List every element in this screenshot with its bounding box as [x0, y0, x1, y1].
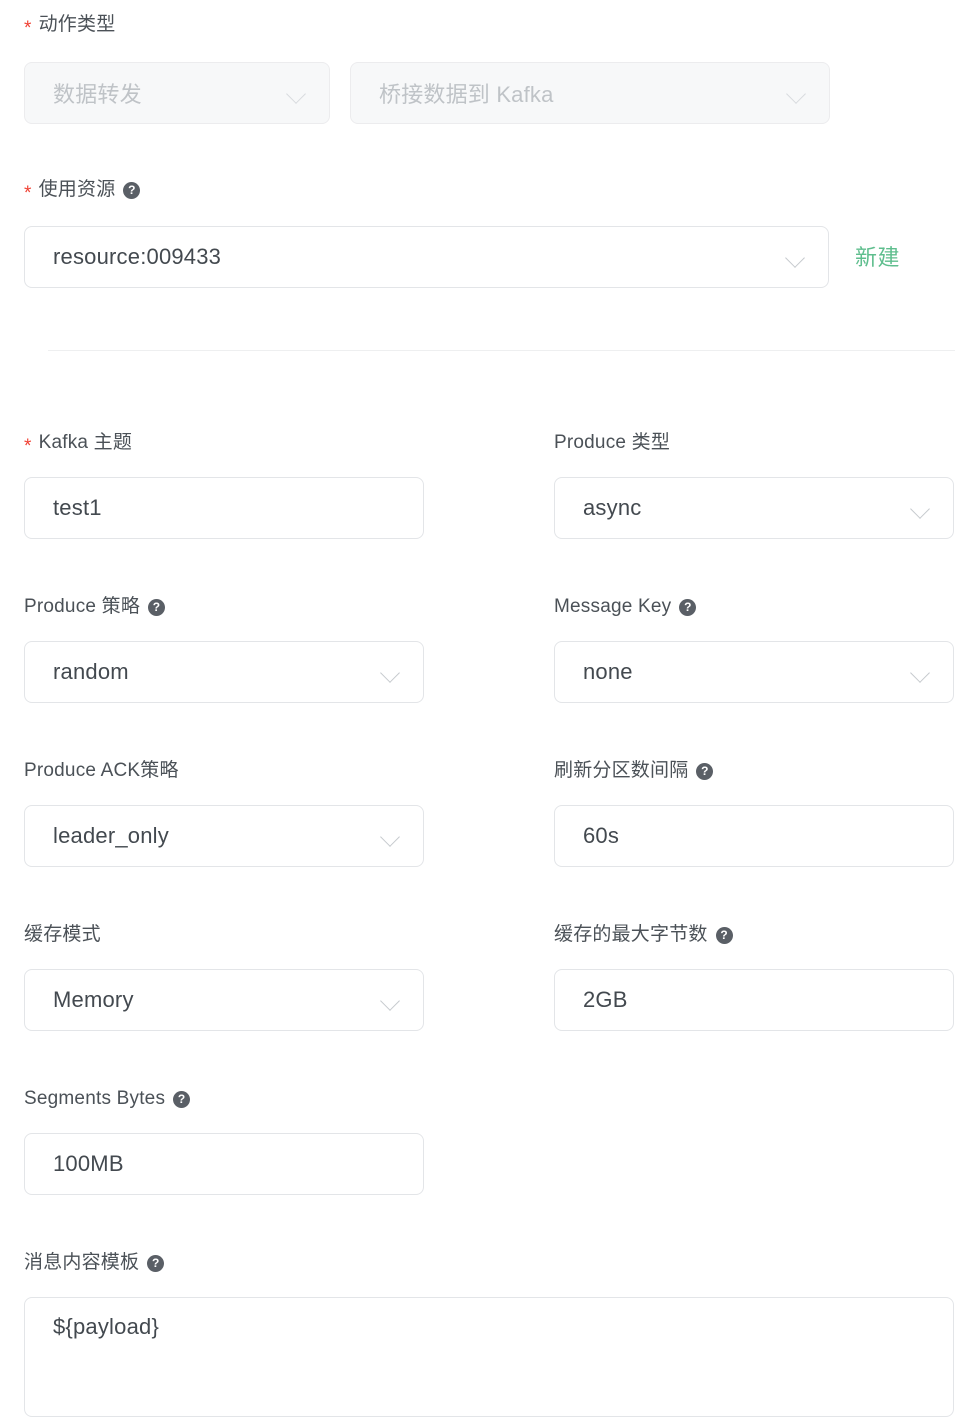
chevron-down-icon	[379, 987, 405, 1013]
message-template-textarea[interactable]: ${payload}	[24, 1297, 954, 1417]
required-star-icon: *	[24, 437, 32, 456]
help-icon[interactable]: ?	[148, 599, 165, 616]
cache-mode-label: 缓存模式	[24, 922, 424, 948]
produce-ack-strategy-label-text: Produce ACK策略	[24, 758, 179, 784]
produce-ack-strategy-label: Produce ACK策略	[24, 758, 424, 784]
produce-strategy-label-text: Produce 策略	[24, 594, 140, 620]
help-icon[interactable]: ?	[716, 927, 733, 944]
action-bridge-select[interactable]: 桥接数据到 Kafka	[350, 62, 830, 124]
chevron-down-icon	[285, 80, 311, 106]
kafka-topic-label-text: Kafka 主题	[39, 430, 132, 456]
resource-label-text: 使用资源	[39, 177, 116, 203]
chevron-down-icon	[909, 659, 935, 685]
produce-strategy-value: random	[53, 659, 369, 685]
chevron-down-icon	[379, 659, 405, 685]
chevron-down-icon	[785, 80, 811, 106]
refresh-partition-interval-input[interactable]: 60s	[554, 805, 954, 867]
max-cache-bytes-label: 缓存的最大字节数 ?	[554, 922, 954, 948]
help-icon[interactable]: ?	[123, 182, 140, 199]
chevron-down-icon	[379, 823, 405, 849]
produce-strategy-select[interactable]: random	[24, 641, 424, 703]
help-icon[interactable]: ?	[679, 599, 696, 616]
resource-value: resource:009433	[53, 244, 774, 270]
required-star-icon: *	[24, 184, 32, 203]
chevron-down-icon	[784, 244, 810, 270]
kafka-topic-label: * Kafka 主题	[24, 430, 424, 456]
segments-bytes-value: 100MB	[53, 1151, 405, 1177]
produce-strategy-label: Produce 策略 ?	[24, 594, 424, 620]
required-star-icon: *	[24, 19, 32, 38]
action-type-label: * 动作类型	[24, 12, 115, 38]
produce-type-label-text: Produce 类型	[554, 430, 670, 456]
help-icon[interactable]: ?	[147, 1255, 164, 1272]
action-type-label-text: 动作类型	[39, 12, 116, 38]
message-key-label-text: Message Key	[554, 594, 671, 620]
produce-type-value: async	[583, 495, 899, 521]
message-key-value: none	[583, 659, 899, 685]
section-divider	[48, 350, 955, 351]
action-kind-select[interactable]: 数据转发	[24, 62, 330, 124]
refresh-partition-interval-label-text: 刷新分区数间隔	[554, 758, 688, 784]
cache-mode-value: Memory	[53, 987, 369, 1013]
help-icon[interactable]: ?	[696, 763, 713, 780]
kafka-bridge-form: * 动作类型 数据转发 桥接数据到 Kafka * 使用资源 ? resourc…	[0, 0, 968, 1372]
cache-mode-label-text: 缓存模式	[24, 922, 101, 948]
help-icon[interactable]: ?	[173, 1091, 190, 1108]
segments-bytes-label-text: Segments Bytes	[24, 1086, 165, 1112]
action-kind-value: 数据转发	[53, 77, 275, 109]
message-template-label-text: 消息内容模板	[24, 1250, 139, 1276]
action-bridge-value: 桥接数据到 Kafka	[379, 77, 775, 109]
kafka-topic-value: test1	[53, 495, 405, 521]
refresh-partition-interval-value: 60s	[583, 823, 935, 849]
chevron-down-icon	[909, 495, 935, 521]
max-cache-bytes-value: 2GB	[583, 987, 935, 1013]
produce-ack-strategy-select[interactable]: leader_only	[24, 805, 424, 867]
message-key-label: Message Key ?	[554, 594, 954, 620]
resource-label: * 使用资源 ?	[24, 177, 140, 203]
message-key-select[interactable]: none	[554, 641, 954, 703]
message-template-label: 消息内容模板 ?	[24, 1250, 164, 1276]
kafka-topic-input[interactable]: test1	[24, 477, 424, 539]
create-resource-link[interactable]: 新建	[855, 240, 900, 272]
produce-type-label: Produce 类型	[554, 430, 954, 456]
segments-bytes-input[interactable]: 100MB	[24, 1133, 424, 1195]
max-cache-bytes-input[interactable]: 2GB	[554, 969, 954, 1031]
produce-type-select[interactable]: async	[554, 477, 954, 539]
resource-select[interactable]: resource:009433	[24, 226, 829, 288]
segments-bytes-label: Segments Bytes ?	[24, 1086, 424, 1112]
cache-mode-select[interactable]: Memory	[24, 969, 424, 1031]
produce-ack-strategy-value: leader_only	[53, 823, 369, 849]
refresh-partition-interval-label: 刷新分区数间隔 ?	[554, 758, 954, 784]
max-cache-bytes-label-text: 缓存的最大字节数	[554, 922, 708, 948]
